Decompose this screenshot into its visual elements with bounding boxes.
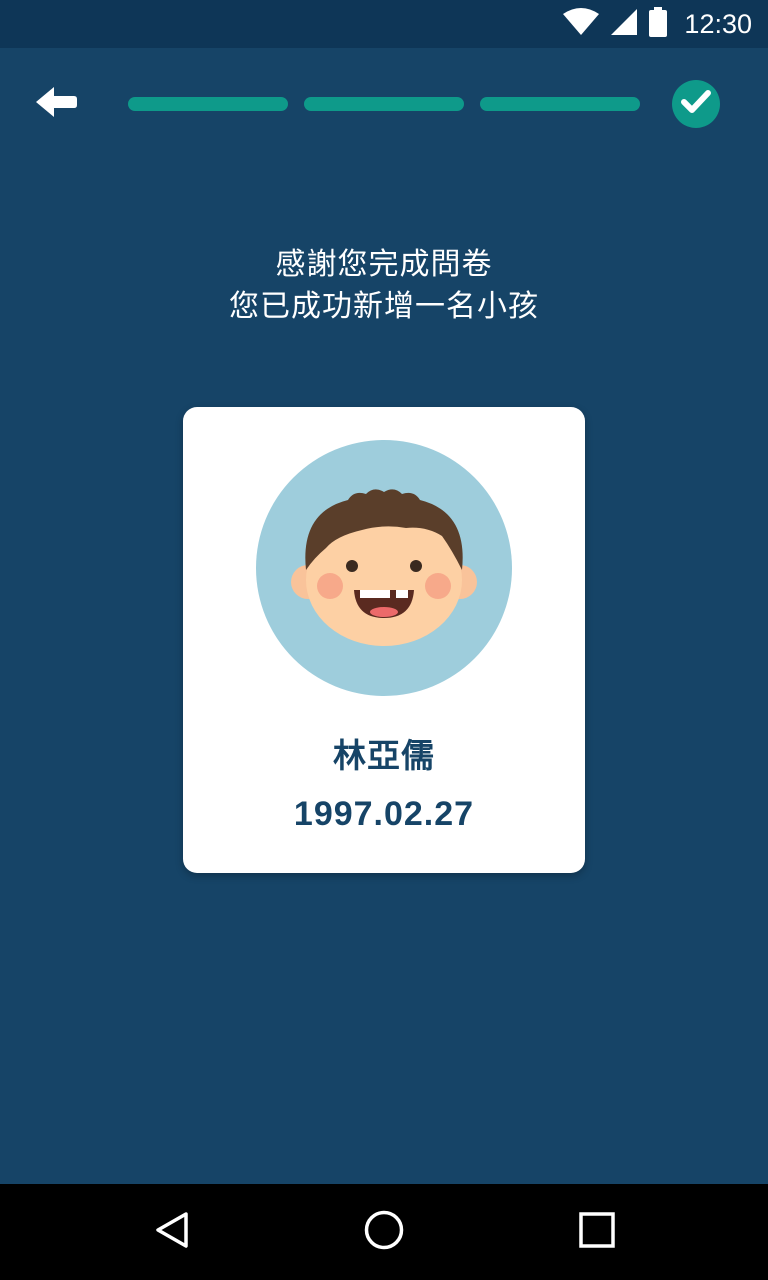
back-button[interactable] (28, 82, 84, 126)
check-icon (681, 89, 711, 119)
nav-home-button[interactable] (360, 1208, 408, 1256)
status-time: 12:30 (684, 8, 752, 39)
nav-recents-button[interactable] (573, 1208, 621, 1256)
child-avatar-icon (256, 440, 512, 696)
arrow-left-icon (34, 85, 78, 123)
progress-step-1 (128, 97, 288, 111)
status-bar: 12:30 (0, 0, 768, 48)
child-name: 林亞儒 (333, 736, 435, 775)
child-birthdate: 1997.02.27 (293, 795, 475, 833)
completion-message: 感謝您完成問卷 您已成功新增一名小孩 (0, 244, 768, 328)
progress-bar (128, 97, 640, 111)
cell-signal-icon (610, 8, 638, 40)
back-triangle-icon (152, 1210, 192, 1254)
completion-screen: 感謝您完成問卷 您已成功新增一名小孩 林亞儒 1997.02.27 (0, 48, 768, 1184)
message-line-2: 您已成功新增一名小孩 (229, 289, 539, 324)
status-icons: 12:30 (562, 0, 752, 48)
nav-back-button[interactable] (148, 1208, 196, 1256)
progress-step-2 (304, 97, 464, 111)
done-check-button[interactable] (672, 80, 720, 128)
home-circle-icon (363, 1209, 405, 1255)
recents-square-icon (578, 1211, 616, 1253)
system-nav-bar (0, 1184, 768, 1280)
message-line-1: 感謝您完成問卷 (275, 247, 493, 282)
battery-icon (648, 7, 668, 41)
progress-step-3 (480, 97, 640, 111)
child-card[interactable]: 林亞儒 1997.02.27 (183, 407, 585, 873)
wifi-icon (562, 8, 600, 40)
